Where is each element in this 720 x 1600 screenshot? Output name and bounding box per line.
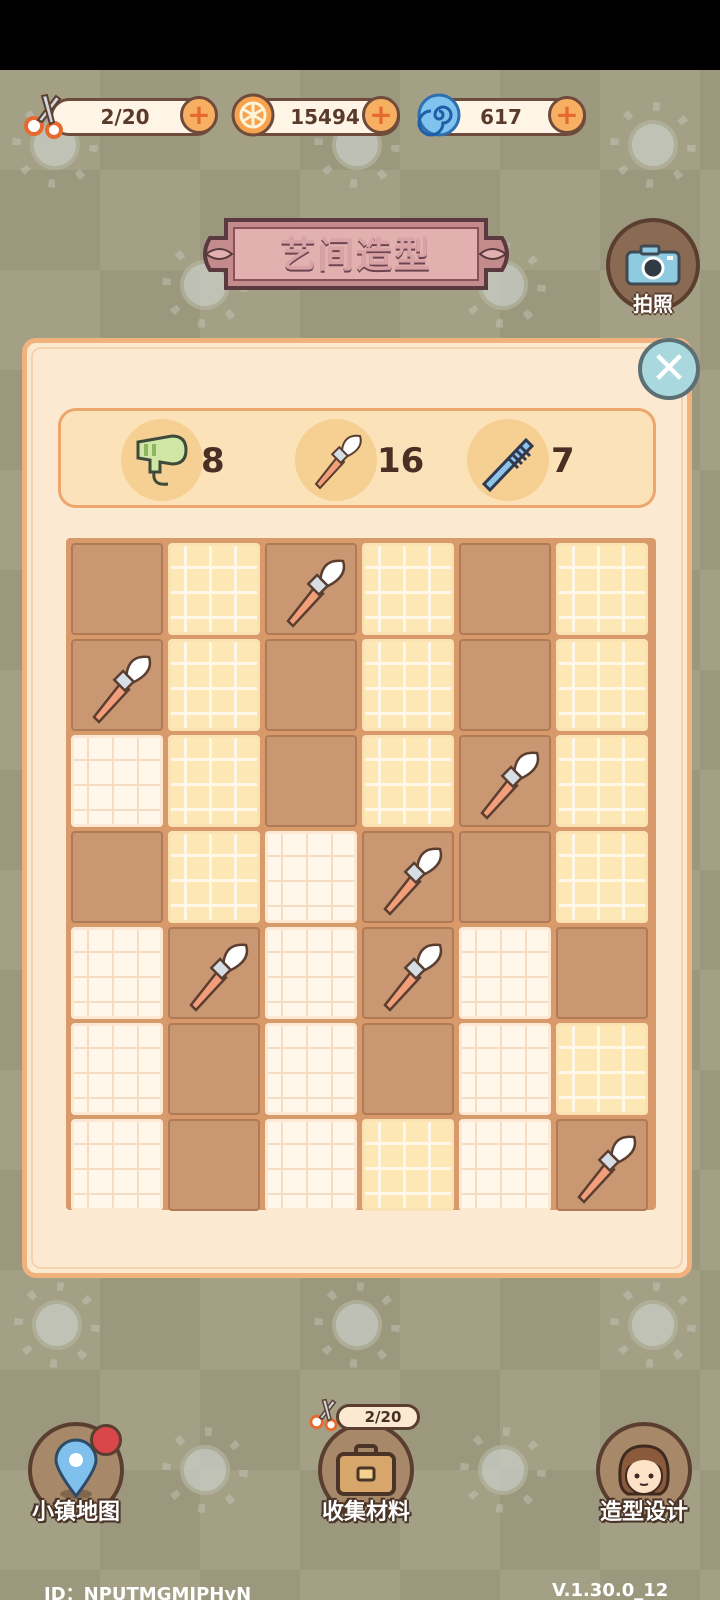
sun-decoration-icon [322, 1290, 392, 1360]
grid-tile-open[interactable] [168, 735, 260, 827]
makeup-brush-icon [577, 1135, 637, 1204]
grid-tile-open[interactable] [265, 1023, 357, 1115]
grid-tile-brush[interactable] [362, 927, 454, 1019]
grid-tile-open[interactable] [459, 927, 551, 1019]
grid-tile-open[interactable] [459, 1119, 551, 1211]
grid-tile-covered[interactable] [459, 639, 551, 731]
grid-tile-covered[interactable] [556, 927, 648, 1019]
sun-decoration-icon [170, 1435, 240, 1505]
page-title: 艺间造型 [279, 235, 432, 276]
grid-tile-covered[interactable] [265, 639, 357, 731]
close-icon: ✕ [650, 343, 688, 394]
grid-tile-covered[interactable] [168, 1023, 260, 1115]
comb-icon [467, 419, 549, 501]
version-label: V.1.30.0_12 [552, 1580, 669, 1600]
grid-tile-covered[interactable] [168, 1119, 260, 1211]
grid-tile-brush[interactable] [265, 543, 357, 635]
grid-tile-open[interactable] [362, 735, 454, 827]
add-swirl-button[interactable]: + [548, 96, 586, 134]
hair-dryer-icon [121, 419, 203, 501]
grid-tile-open[interactable] [71, 1023, 163, 1115]
makeup-brush-count: 16 [377, 441, 425, 481]
makeup-brush-icon [295, 419, 377, 501]
title-banner: 艺间造型 [196, 208, 516, 300]
grid-tile-brush[interactable] [556, 1119, 648, 1211]
sun-decoration-icon [22, 1290, 92, 1360]
tool-counts-bar: 8 16 7 [58, 408, 656, 508]
grid-tile-open[interactable] [556, 1023, 648, 1115]
plus-icon: + [555, 98, 579, 131]
sun-decoration-icon [618, 110, 688, 180]
makeup-brush-icon [383, 943, 443, 1012]
tile-grid [66, 538, 656, 1211]
grid-tile-brush[interactable] [168, 927, 260, 1019]
grid-tile-open[interactable] [556, 639, 648, 731]
grid-tile-covered[interactable] [71, 543, 163, 635]
coin-value: 15494 [290, 105, 360, 129]
style-design-label: 造型设计 [599, 1500, 688, 1525]
collect-badge: 2/20 [336, 1404, 420, 1430]
hair-dryer-count: 8 [201, 441, 225, 481]
collect-materials-label: 收集材料 [321, 1500, 410, 1525]
grid-tile-open[interactable] [265, 831, 357, 923]
grid-tile-open[interactable] [168, 543, 260, 635]
makeup-brush-icon [480, 751, 540, 820]
scissors-value: 2/20 [100, 105, 150, 129]
game-background: 2/20 + 15494 + 617 + 艺间造型 拍照 ✕ 8 16 7 小镇… [0, 70, 720, 1600]
grid-tile-open[interactable] [168, 831, 260, 923]
grid-tile-brush[interactable] [459, 735, 551, 827]
camera-icon [625, 244, 681, 286]
grid-tile-open[interactable] [265, 1119, 357, 1211]
swirl-value: 617 [480, 105, 522, 129]
grid-tile-open[interactable] [459, 1023, 551, 1115]
coin-icon [228, 90, 278, 140]
scissors-icon [22, 90, 72, 140]
comb-count: 7 [551, 441, 575, 481]
grid-tile-covered[interactable] [362, 1023, 454, 1115]
grid-tile-open[interactable] [362, 543, 454, 635]
notification-dot [90, 1424, 122, 1456]
grid-tile-brush[interactable] [71, 639, 163, 731]
grid-tile-open[interactable] [362, 1119, 454, 1211]
character-avatar-icon [618, 1444, 670, 1496]
makeup-brush-icon [383, 847, 443, 916]
makeup-brush-icon [92, 655, 152, 724]
grid-tile-open[interactable] [71, 735, 163, 827]
add-coins-button[interactable]: + [362, 96, 400, 134]
close-button[interactable]: ✕ [638, 338, 700, 400]
grid-tile-open[interactable] [556, 735, 648, 827]
town-map-label: 小镇地图 [31, 1500, 120, 1525]
plus-icon: + [369, 98, 393, 131]
grid-tile-open[interactable] [71, 1119, 163, 1211]
grid-tile-open[interactable] [265, 927, 357, 1019]
grid-tile-open[interactable] [556, 543, 648, 635]
scissors-icon [309, 1398, 338, 1432]
grid-tile-covered[interactable] [265, 735, 357, 827]
sun-decoration-icon [468, 1435, 538, 1505]
grid-tile-covered[interactable] [459, 543, 551, 635]
swirl-icon [414, 90, 464, 140]
grid-tile-open[interactable] [362, 639, 454, 731]
camera-label: 拍照 [633, 292, 673, 316]
grid-tile-open[interactable] [71, 927, 163, 1019]
grid-tile-covered[interactable] [71, 831, 163, 923]
collect-badge-value: 2/20 [364, 1408, 402, 1426]
player-id: ID：NPUTMGMJPHyN [44, 1584, 252, 1600]
sun-decoration-icon [618, 1290, 688, 1360]
add-scissors-button[interactable]: + [180, 96, 218, 134]
suitcase-icon [336, 1444, 396, 1496]
plus-icon: + [187, 98, 211, 131]
makeup-brush-icon [286, 559, 346, 628]
grid-tile-open[interactable] [556, 831, 648, 923]
grid-tile-open[interactable] [168, 639, 260, 731]
makeup-brush-icon [189, 943, 249, 1012]
grid-tile-covered[interactable] [459, 831, 551, 923]
grid-tile-brush[interactable] [362, 831, 454, 923]
